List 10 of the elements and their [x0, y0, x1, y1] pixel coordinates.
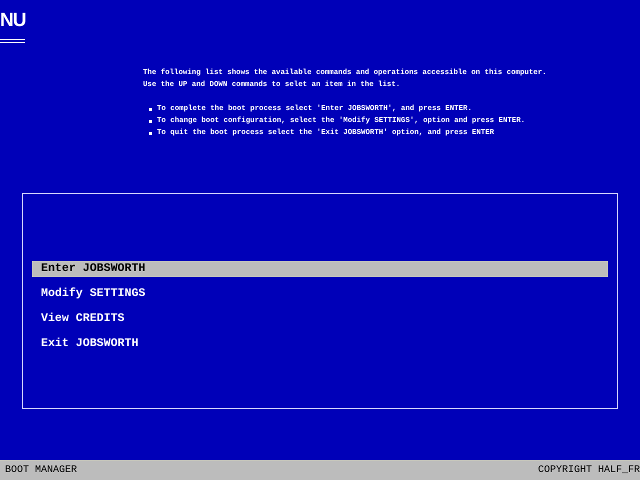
menu-item[interactable]: Modify SETTINGS	[32, 286, 608, 302]
bullet-icon	[149, 132, 152, 134]
menu-item[interactable]: Enter JOBSWORTH	[32, 261, 608, 277]
screen-title: NU	[0, 9, 26, 33]
bullet-icon	[149, 108, 152, 110]
menu-item[interactable]: Exit JOBSWORTH	[32, 336, 608, 352]
menu-item[interactable]: View CREDITS	[32, 311, 608, 327]
bullet-icon	[149, 120, 152, 122]
copyright-text: COPYRIGHT HALF_FR	[538, 464, 640, 478]
status-text: BOOT MANAGER	[5, 464, 78, 478]
